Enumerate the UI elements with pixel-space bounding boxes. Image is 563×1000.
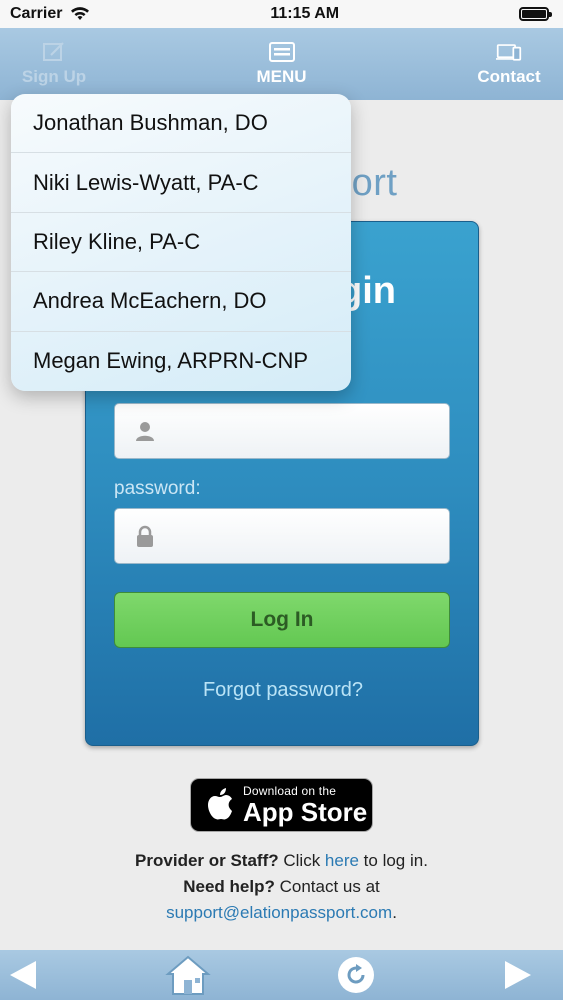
dropdown-item-andrea-mceachern[interactable]: Andrea McEachern, DO <box>11 272 351 332</box>
home-button[interactable] <box>165 954 211 996</box>
help-contact: Contact us at <box>274 877 380 896</box>
devices-icon <box>496 44 522 61</box>
back-arrow-icon <box>10 961 36 989</box>
provider-line: Provider or Staff? Click here to log in. <box>0 851 563 871</box>
carrier-label: Carrier <box>10 5 63 22</box>
wifi-icon <box>71 7 90 20</box>
help-line: Need help? Contact us at <box>0 877 563 897</box>
menu-icon <box>268 42 295 62</box>
provider-click: Click <box>278 851 325 870</box>
app-store-big-text: App Store <box>243 797 368 827</box>
email-period: . <box>392 903 397 922</box>
contact-button[interactable]: Contact <box>469 41 549 87</box>
forgot-password-link[interactable]: Forgot password? <box>86 679 480 702</box>
support-email-link[interactable]: support@elationpassport.com <box>166 903 392 922</box>
password-label: password: <box>114 478 201 499</box>
dropdown-item-riley-kline[interactable]: Riley Kline, PA-C <box>11 213 351 273</box>
bottom-toolbar <box>0 950 563 1000</box>
password-field[interactable] <box>114 508 450 564</box>
signup-label: Sign Up <box>21 67 87 86</box>
contact-label: Contact <box>477 67 541 86</box>
dropdown-item-megan-ewing[interactable]: Megan Ewing, ARPRN-CNP <box>11 332 351 391</box>
provider-tologin: to log in. <box>358 851 428 870</box>
home-icon <box>165 955 211 995</box>
app-store-small-text: Download on the <box>243 784 337 798</box>
signup-button[interactable]: Sign Up <box>14 41 94 87</box>
status-left: Carrier <box>10 5 90 23</box>
refresh-icon <box>338 957 374 993</box>
provider-dropdown-menu: Jonathan Bushman, DO Niki Lewis-Wyatt, P… <box>11 94 351 391</box>
app-store-text: Download on the App Store <box>243 785 367 825</box>
dropdown-item-jonathan-bushman[interactable]: Jonathan Bushman, DO <box>11 94 351 154</box>
dropdown-item-niki-lewis-wyatt[interactable]: Niki Lewis-Wyatt, PA-C <box>11 153 351 213</box>
apple-logo-icon <box>208 788 232 820</box>
lock-icon <box>137 525 153 547</box>
user-icon <box>136 422 154 441</box>
provider-bold: Provider or Staff? <box>135 851 279 870</box>
username-field[interactable] <box>114 403 450 459</box>
status-time: 11:15 AM <box>270 5 340 22</box>
refresh-button[interactable] <box>336 955 376 995</box>
status-bar: Carrier 11:15 AM <box>0 0 563 28</box>
help-bold: Need help? <box>183 877 275 896</box>
back-button[interactable] <box>6 958 40 992</box>
forward-button[interactable] <box>501 958 535 992</box>
edit-icon <box>43 42 64 61</box>
battery-icon <box>518 7 552 21</box>
forward-arrow-icon <box>505 961 531 989</box>
menu-button[interactable]: MENU <box>242 41 322 87</box>
login-button[interactable]: Log In <box>114 592 450 648</box>
username-input[interactable] <box>157 404 449 458</box>
provider-here-link[interactable]: here <box>325 851 359 870</box>
app-store-badge[interactable]: Download on the App Store <box>190 778 373 832</box>
top-nav: Sign Up MENU Contact <box>0 28 563 100</box>
menu-label: MENU <box>256 67 307 86</box>
email-line: support@elationpassport.com. <box>0 903 563 923</box>
password-input[interactable] <box>157 509 449 563</box>
